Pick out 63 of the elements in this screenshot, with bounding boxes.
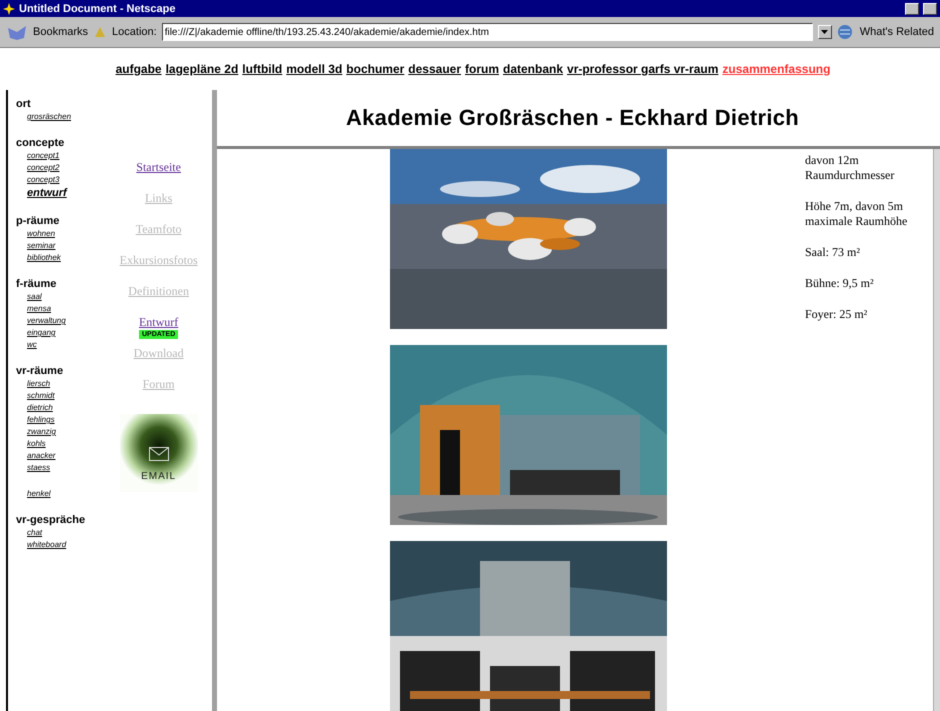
sidebar-item[interactable]: fehlings xyxy=(27,414,55,426)
fact-text: Saal: 73 m² xyxy=(805,245,861,260)
group-title: vr-gespräche xyxy=(16,514,86,527)
sidebar-item[interactable]: zwanzig xyxy=(27,426,56,438)
sidebar-item[interactable]: eingang xyxy=(27,327,56,339)
sidebar-item[interactable]: chat xyxy=(27,527,42,539)
nav-link[interactable]: dessauer xyxy=(408,62,461,76)
location-icon xyxy=(93,25,108,39)
sidebar-item[interactable]: grosräschen xyxy=(27,111,72,123)
page-link[interactable]: Startseite xyxy=(136,160,181,175)
nav-link[interactable]: aufgabe xyxy=(116,62,162,76)
sidebar-item[interactable]: whiteboard xyxy=(27,539,66,551)
sidebar-item[interactable]: dietrich xyxy=(27,402,53,414)
sidebar-item[interactable]: concept3 xyxy=(27,174,60,186)
sidebar-item[interactable]: henkel xyxy=(27,488,51,500)
nav-link[interactable]: zusammenfassung xyxy=(722,62,830,76)
nav-link[interactable]: luftbild xyxy=(242,62,282,76)
sidebar-item[interactable]: verwaltung xyxy=(27,315,66,327)
globe-icon[interactable] xyxy=(836,24,855,40)
minimize-button[interactable] xyxy=(905,2,919,14)
fact-text: Höhe 7m, davon 5m maximale Raumhöhe xyxy=(805,199,908,229)
nav-link[interactable]: forum xyxy=(465,62,499,76)
sidebar-item[interactable]: saal xyxy=(27,291,42,303)
nav-link[interactable]: datenbank xyxy=(503,62,564,76)
group-title: concepte xyxy=(16,137,66,150)
sidebar-item[interactable]: bibliothek xyxy=(27,252,61,264)
group-title: vr-räume xyxy=(16,365,64,378)
sidebar-item[interactable]: schmidt xyxy=(27,390,55,402)
scrollbar[interactable] xyxy=(933,149,940,711)
fact-text: davon 12m Raumdurchmesser xyxy=(805,153,896,183)
sidebar-item[interactable]: concept1 xyxy=(27,150,60,162)
window-title: Untitled Document - Netscape xyxy=(19,2,176,14)
page-title: Akademie Großräschen - Eckhard Dietrich xyxy=(346,105,800,131)
sidebar-item[interactable]: staess xyxy=(27,462,50,474)
dropdown-button[interactable] xyxy=(818,25,832,39)
sidebar-item[interactable]: kohls xyxy=(27,438,46,450)
location-field[interactable]: file:///Z|/akademie offline/th/193.25.43.240/akademie/akademie/index.htm xyxy=(162,23,813,41)
sidebar-item[interactable]: anacker xyxy=(27,450,56,462)
sidebar-item[interactable]: concept2 xyxy=(27,162,60,174)
nav-link[interactable]: lagepläne 2d xyxy=(166,62,238,76)
fact-text: Foyer: 25 m² xyxy=(805,307,868,322)
sidebar-item[interactable]: mensa xyxy=(27,303,52,315)
sidebar-item[interactable]: entwurf xyxy=(27,186,67,201)
star-icon xyxy=(3,2,15,14)
nav-link[interactable]: modell 3d xyxy=(286,62,342,76)
email-button[interactable]: EMAIL xyxy=(120,414,198,492)
bookmarks-button[interactable]: Bookmarks xyxy=(33,26,88,38)
sidebar-item[interactable]: wohnen xyxy=(27,228,56,240)
nav-link[interactable]: vr-professor garfs vr-raum xyxy=(567,62,718,76)
sidebar-item[interactable]: seminar xyxy=(27,240,56,252)
fact-text: Bühne: 9,5 m² xyxy=(805,276,875,291)
sidebar-item[interactable]: liersch xyxy=(27,378,50,390)
page-link[interactable]: Entwurf xyxy=(138,315,178,330)
whats-related-button[interactable]: What's Related xyxy=(860,26,934,38)
sidebar-item[interactable]: wc xyxy=(27,339,37,351)
envelope-icon xyxy=(148,447,169,461)
nav-link[interactable]: bochumer xyxy=(346,62,404,76)
group-title: f-räume xyxy=(16,278,58,291)
location-label: Location: xyxy=(112,26,157,38)
caret-icon xyxy=(821,30,828,34)
maximize-button[interactable] xyxy=(923,2,937,14)
group-title: ort xyxy=(16,98,32,111)
group-title: p-räume xyxy=(16,215,60,228)
